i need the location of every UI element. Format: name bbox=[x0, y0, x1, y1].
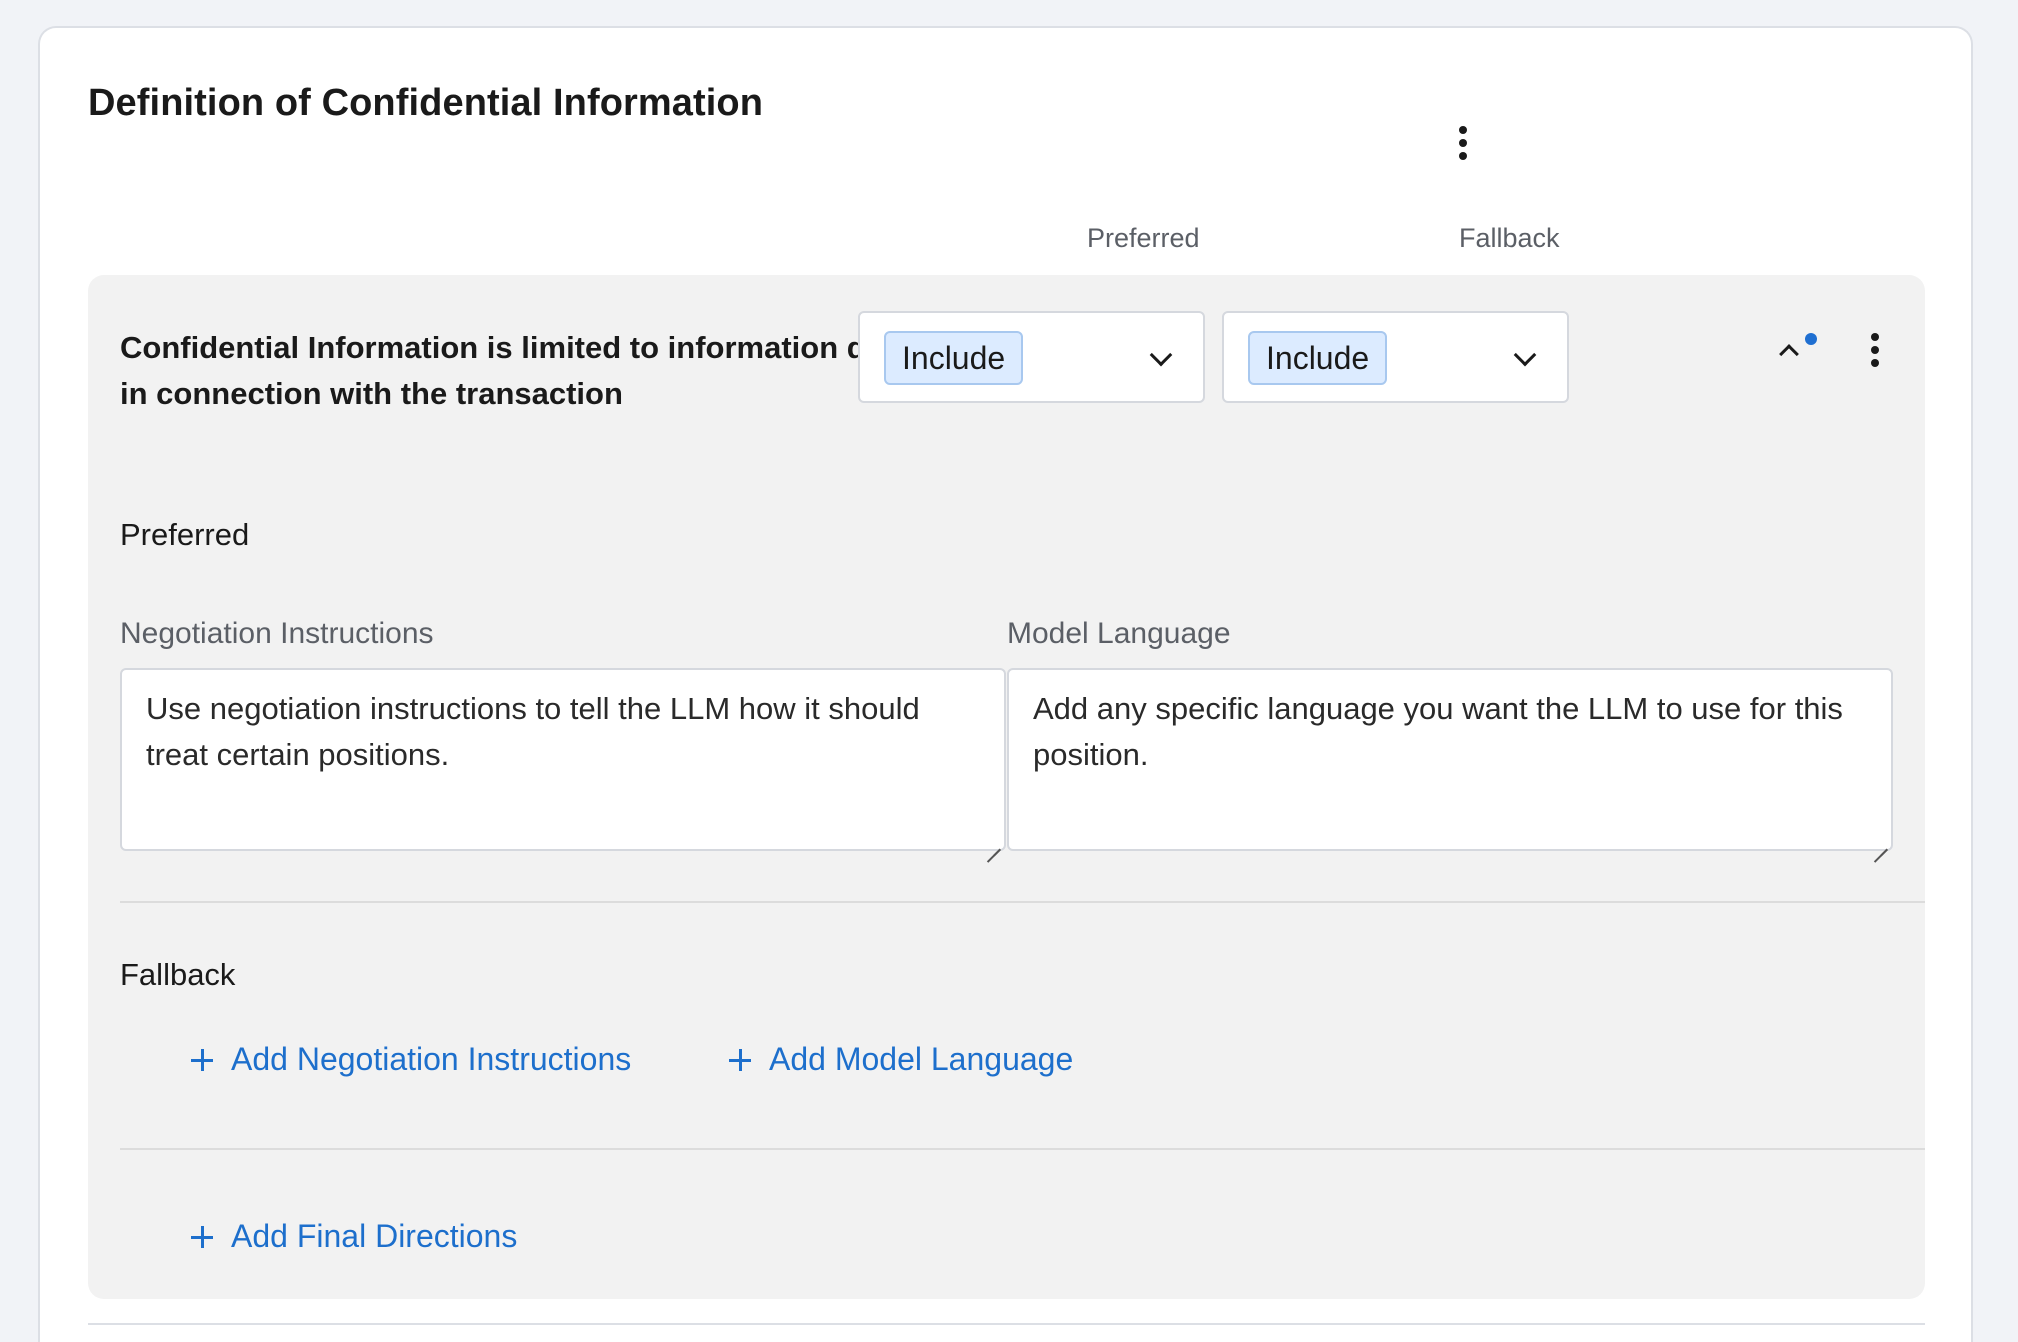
fallback-select-value: Include bbox=[1248, 331, 1388, 385]
unsaved-indicator-dot bbox=[1805, 333, 1817, 345]
fallback-section-label: Fallback bbox=[120, 957, 236, 992]
position-panel: Confidential Information is limited to i… bbox=[88, 275, 1925, 1299]
model-language-input[interactable] bbox=[1007, 668, 1893, 851]
card-more-options-button[interactable] bbox=[1448, 118, 1478, 168]
card-title: Definition of Confidential Information bbox=[88, 82, 764, 124]
fallback-select[interactable]: Include bbox=[1222, 311, 1569, 403]
column-header-preferred: Preferred bbox=[1087, 223, 1200, 253]
model-language-label: Model Language bbox=[1007, 617, 1231, 650]
plus-icon bbox=[729, 1048, 751, 1071]
plus-icon bbox=[191, 1048, 213, 1071]
chevron-up-icon bbox=[1779, 344, 1799, 364]
plus-icon bbox=[191, 1225, 213, 1248]
position-more-options-button[interactable] bbox=[1860, 325, 1890, 375]
negotiation-instructions-label: Negotiation Instructions bbox=[120, 617, 434, 650]
chevron-down-icon bbox=[1149, 343, 1173, 367]
preferred-select[interactable]: Include bbox=[858, 311, 1205, 403]
chevron-down-icon bbox=[1513, 343, 1537, 367]
negotiation-instructions-input[interactable] bbox=[120, 668, 1006, 851]
kebab-icon bbox=[1459, 126, 1467, 134]
position-card: Definition of Confidential Information P… bbox=[38, 26, 1973, 1342]
add-final-directions-label: Add Final Directions bbox=[231, 1218, 518, 1254]
card-bottom-divider bbox=[88, 1323, 1925, 1325]
section-divider bbox=[120, 1148, 1925, 1150]
add-model-language-label: Add Model Language bbox=[769, 1041, 1074, 1077]
collapse-position-button[interactable] bbox=[1768, 325, 1817, 369]
section-divider bbox=[120, 901, 1925, 903]
add-negotiation-instructions-label: Add Negotiation Instructions bbox=[231, 1041, 632, 1077]
column-header-fallback: Fallback bbox=[1459, 223, 1560, 253]
preferred-select-value: Include bbox=[884, 331, 1024, 385]
preferred-section-label: Preferred bbox=[120, 517, 250, 552]
add-negotiation-instructions-button[interactable]: Add Negotiation Instructions bbox=[191, 1041, 631, 1078]
kebab-icon bbox=[1871, 333, 1879, 341]
add-final-directions-button[interactable]: Add Final Directions bbox=[191, 1218, 517, 1255]
add-model-language-button[interactable]: Add Model Language bbox=[729, 1041, 1073, 1078]
